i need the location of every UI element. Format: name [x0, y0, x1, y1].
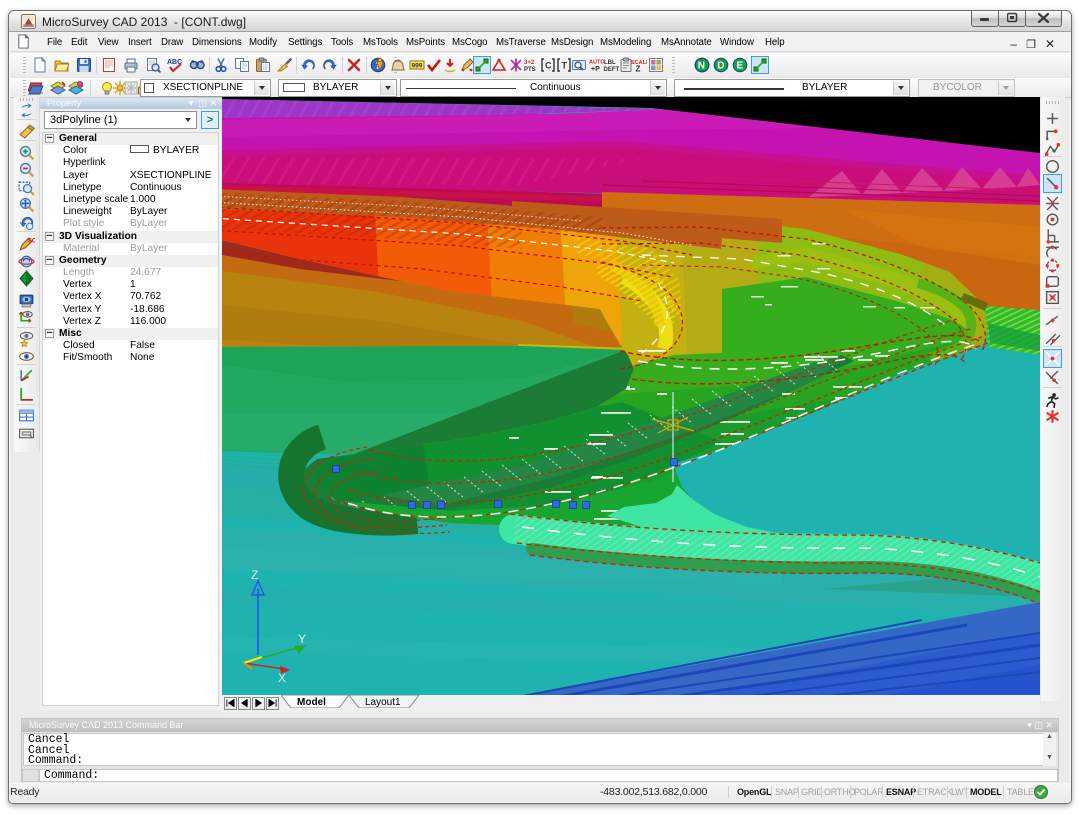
svg-text:+P: +P — [591, 66, 600, 73]
svg-text:Z: Z — [251, 568, 258, 582]
svg-text:PTS: PTS — [524, 67, 536, 73]
svg-text:Model: Model — [297, 697, 326, 708]
svg-text:LBL: LBL — [604, 60, 616, 66]
svg-text:X: X — [278, 671, 286, 685]
svg-text:C: C — [545, 61, 552, 71]
svg-text:DEFT: DEFT — [604, 67, 620, 73]
svg-text:T: T — [562, 61, 568, 71]
svg-text:Y: Y — [298, 632, 306, 646]
svg-text:SC: SC — [28, 237, 35, 244]
svg-text:999: 999 — [412, 63, 423, 70]
svg-text:Z: Z — [636, 65, 641, 74]
svg-text:Layout1: Layout1 — [365, 697, 401, 708]
svg-text:E: E — [737, 61, 744, 72]
svg-text:3+2: 3+2 — [524, 60, 535, 66]
svg-text:AUTO: AUTO — [589, 60, 604, 66]
svg-text:N: N — [698, 61, 705, 72]
svg-text:D: D — [717, 61, 724, 72]
